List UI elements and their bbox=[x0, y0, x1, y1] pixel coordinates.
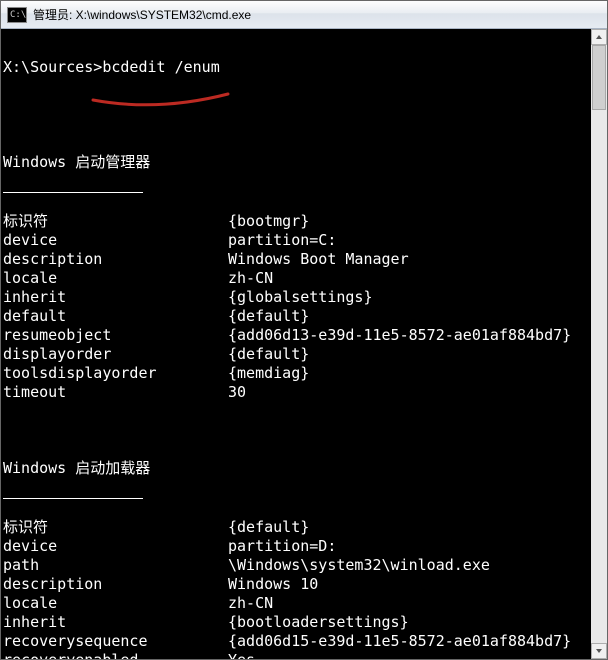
entry-key: recoveryenabled bbox=[3, 651, 228, 659]
entry-value: {bootloadersettings} bbox=[228, 613, 409, 632]
entry-key: 标识符 bbox=[3, 518, 228, 537]
entry-value: zh-CN bbox=[228, 269, 273, 288]
entry-value: {default} bbox=[228, 518, 309, 537]
entry-key: resumeobject bbox=[3, 326, 228, 345]
section-underline bbox=[3, 498, 143, 499]
system-menu-icon[interactable]: C:\ bbox=[7, 7, 27, 23]
table-row: descriptionWindows Boot Manager bbox=[3, 250, 605, 269]
table-row: resumeobject{add06d13-e39d-11e5-8572-ae0… bbox=[3, 326, 605, 345]
entry-value: {add06d13-e39d-11e5-8572-ae01af884bd7} bbox=[228, 326, 571, 345]
bootmgr-entries: 标识符{bootmgr}devicepartition=C:descriptio… bbox=[3, 212, 605, 402]
console-area[interactable]: X:\Sources>bcdedit /enum Windows 启动管理器 标… bbox=[1, 29, 607, 659]
scroll-down-button[interactable] bbox=[591, 643, 607, 659]
entry-key: device bbox=[3, 537, 228, 556]
entry-key: device bbox=[3, 231, 228, 250]
entry-key: path bbox=[3, 556, 228, 575]
entry-key: default bbox=[3, 307, 228, 326]
table-row: descriptionWindows 10 bbox=[3, 575, 605, 594]
vertical-scrollbar[interactable] bbox=[591, 29, 607, 659]
entry-key: 标识符 bbox=[3, 212, 228, 231]
table-row: timeout30 bbox=[3, 383, 605, 402]
titlebar[interactable]: C:\ 管理员: X:\windows\SYSTEM32\cmd.exe bbox=[1, 1, 607, 29]
entry-key: locale bbox=[3, 269, 228, 288]
section-underline bbox=[3, 192, 143, 193]
table-row: recoveryenabledYes bbox=[3, 651, 605, 659]
scroll-up-button[interactable] bbox=[591, 29, 607, 45]
entered-command: bcdedit /enum bbox=[102, 58, 219, 77]
entry-key: toolsdisplayorder bbox=[3, 364, 228, 383]
entry-key: description bbox=[3, 575, 228, 594]
entry-value: {globalsettings} bbox=[228, 288, 373, 307]
scroll-thumb[interactable] bbox=[592, 45, 606, 110]
entry-key: displayorder bbox=[3, 345, 228, 364]
entry-value: Yes bbox=[228, 651, 255, 659]
entry-value: {bootmgr} bbox=[228, 212, 309, 231]
entry-key: timeout bbox=[3, 383, 228, 402]
entry-key: locale bbox=[3, 594, 228, 613]
section-header-bootmgr: Windows 启动管理器 bbox=[3, 153, 150, 172]
entry-value: Windows 10 bbox=[228, 575, 318, 594]
entry-value: Windows Boot Manager bbox=[228, 250, 409, 269]
chevron-down-icon bbox=[595, 647, 603, 655]
section-header-loader: Windows 启动加载器 bbox=[3, 459, 150, 478]
entry-value: {default} bbox=[228, 345, 309, 364]
table-row: default{default} bbox=[3, 307, 605, 326]
chevron-up-icon bbox=[595, 33, 603, 41]
table-row: toolsdisplayorder{memdiag} bbox=[3, 364, 605, 383]
entry-value: partition=D: bbox=[228, 537, 336, 556]
entry-value: {add06d15-e39d-11e5-8572-ae01af884bd7} bbox=[228, 632, 571, 651]
entry-key: inherit bbox=[3, 613, 228, 632]
entry-value: \Windows\system32\winload.exe bbox=[228, 556, 490, 575]
entry-key: recoverysequence bbox=[3, 632, 228, 651]
entry-value: 30 bbox=[228, 383, 246, 402]
entry-key: description bbox=[3, 250, 228, 269]
table-row: localezh-CN bbox=[3, 594, 605, 613]
table-row: inherit{globalsettings} bbox=[3, 288, 605, 307]
entry-value: partition=C: bbox=[228, 231, 336, 250]
table-row: devicepartition=C: bbox=[3, 231, 605, 250]
table-row: inherit{bootloadersettings} bbox=[3, 613, 605, 632]
loader-entries: 标识符{default}devicepartition=D:path\Windo… bbox=[3, 518, 605, 659]
table-row: devicepartition=D: bbox=[3, 537, 605, 556]
entry-value: {memdiag} bbox=[228, 364, 309, 383]
table-row: displayorder{default} bbox=[3, 345, 605, 364]
scroll-track[interactable] bbox=[591, 45, 607, 643]
prompt-path: X:\Sources> bbox=[3, 58, 102, 77]
table-row: path\Windows\system32\winload.exe bbox=[3, 556, 605, 575]
table-row: 标识符{bootmgr} bbox=[3, 212, 605, 231]
entry-key: inherit bbox=[3, 288, 228, 307]
table-row: localezh-CN bbox=[3, 269, 605, 288]
window-title: 管理员: X:\windows\SYSTEM32\cmd.exe bbox=[33, 6, 251, 23]
entry-value: zh-CN bbox=[228, 594, 273, 613]
table-row: 标识符{default} bbox=[3, 518, 605, 537]
table-row: recoverysequence{add06d15-e39d-11e5-8572… bbox=[3, 632, 605, 651]
cmd-window: C:\ 管理员: X:\windows\SYSTEM32\cmd.exe X:\… bbox=[0, 0, 608, 660]
entry-value: {default} bbox=[228, 307, 309, 326]
